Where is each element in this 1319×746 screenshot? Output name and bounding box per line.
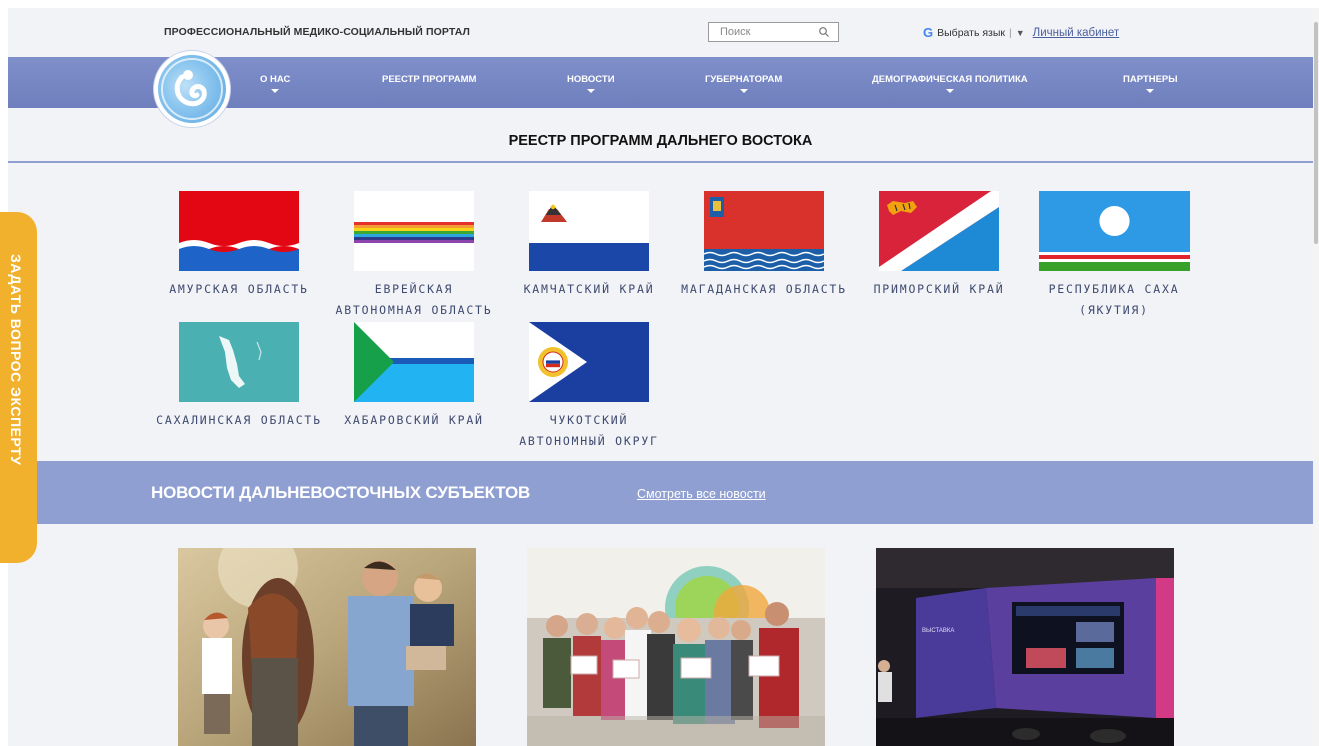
region-name[interactable]: ЧУКОТСКИЙ АВТОНОМНЫЙ ОКРУГ: [504, 410, 674, 458]
region-name[interactable]: МАГАДАНСКАЯ ОБЛАСТЬ: [679, 279, 849, 300]
language-dropdown-icon[interactable]: ▼: [1016, 28, 1025, 38]
caret-down-icon: [739, 89, 748, 93]
portal-title: ПРОФЕССИОНАЛЬНЫЙ МЕДИКО-СОЦИАЛЬНЫЙ ПОРТА…: [164, 26, 470, 38]
nav-partners[interactable]: ПАРТНЕРЫ: [1123, 74, 1178, 93]
all-news-link[interactable]: Смотреть все новости: [637, 487, 766, 501]
family-photo-image: [178, 548, 476, 746]
nav-governors[interactable]: ГУБЕРНАТОРАМ: [705, 74, 782, 93]
caret-down-icon: [1146, 89, 1155, 93]
nav-about[interactable]: О НАС: [260, 74, 290, 93]
nav-label: ПАРТНЕРЫ: [1123, 74, 1178, 85]
region-name[interactable]: АМУРСКАЯ ОБЛАСТЬ: [154, 279, 324, 300]
magadan-flag-icon[interactable]: [704, 191, 824, 271]
region-name[interactable]: ЕВРЕЙСКАЯ АВТОНОМНАЯ ОБЛАСТЬ: [329, 279, 499, 321]
personal-cabinet-link[interactable]: Личный кабинет: [1033, 27, 1120, 39]
group-photo-image: [527, 548, 825, 746]
sakhalin-flag-icon[interactable]: [179, 322, 299, 402]
khabarovsk-flag-icon[interactable]: [354, 322, 474, 402]
nav-demography[interactable]: ДЕМОГРАФИЧЕСКАЯ ПОЛИТИКА: [872, 74, 1028, 93]
google-icon: G: [923, 25, 934, 40]
region-kamchatka[interactable]: КАМЧАТСКИЙ КРАЙ: [504, 191, 674, 300]
search-input[interactable]: [709, 23, 814, 41]
nav-label: ДЕМОГРАФИЧЕСКАЯ ПОЛИТИКА: [872, 74, 1028, 85]
language-selector[interactable]: G Выбрать язык | ▼ Личный кабинет: [923, 25, 1119, 40]
news-banner: НОВОСТИ ДАЛЬНЕВОСТОЧНЫХ СУБЪЕКТОВ Смотре…: [8, 461, 1313, 524]
region-name[interactable]: РЕСПУБЛИКА САХА (ЯКУТИЯ): [1029, 279, 1199, 321]
scrollbar[interactable]: [1313, 8, 1319, 746]
region-primorsky[interactable]: ПРИМОРСКИЙ КРАЙ: [854, 191, 1024, 300]
search-box[interactable]: [708, 22, 839, 42]
caret-down-icon: [945, 89, 954, 93]
ask-expert-label[interactable]: ЗАДАТЬ ВОПРОС ЭКСПЕРТУ: [8, 254, 24, 465]
primorsky-flag-icon[interactable]: [879, 191, 999, 271]
news-photo-family[interactable]: [178, 548, 476, 746]
site-logo[interactable]: [153, 50, 231, 128]
nav-label: НОВОСТИ: [567, 74, 615, 85]
region-sakha[interactable]: РЕСПУБЛИКА САХА (ЯКУТИЯ): [1029, 191, 1199, 321]
top-bar: ПРОФЕССИОНАЛЬНЫЙ МЕДИКО-СОЦИАЛЬНЫЙ ПОРТА…: [8, 8, 1313, 57]
region-name[interactable]: КАМЧАТСКИЙ КРАЙ: [504, 279, 674, 300]
nav-registry[interactable]: РЕЕСТР ПРОГРАММ: [382, 74, 476, 85]
language-separator: |: [1008, 26, 1012, 39]
region-name[interactable]: ПРИМОРСКИЙ КРАЙ: [854, 279, 1024, 300]
nav-news[interactable]: НОВОСТИ: [567, 74, 615, 93]
page-title: РЕЕСТР ПРОГРАММ ДАЛЬНЕГО ВОСТОКА: [508, 133, 813, 149]
exhibition-photo-image: ВЫСТАВКА: [876, 548, 1174, 746]
region-khabarovsk[interactable]: ХАБАРОВСКИЙ КРАЙ: [329, 322, 499, 431]
region-chukotka[interactable]: ЧУКОТСКИЙ АВТОНОМНЫЙ ОКРУГ: [504, 322, 674, 458]
region-name[interactable]: САХАЛИНСКАЯ ОБЛАСТЬ: [154, 410, 324, 431]
logo-graphic: [161, 58, 223, 120]
region-sakhalin[interactable]: САХАЛИНСКАЯ ОБЛАСТЬ: [154, 322, 324, 431]
nav-label: РЕЕСТР ПРОГРАММ: [382, 74, 477, 85]
jewish-ao-flag-icon[interactable]: [354, 191, 474, 271]
caret-down-icon: [586, 89, 595, 93]
region-name[interactable]: ХАБАРОВСКИЙ КРАЙ: [329, 410, 499, 431]
sakha-flag-icon[interactable]: [1038, 191, 1190, 271]
news-section-title: НОВОСТИ ДАЛЬНЕВОСТОЧНЫХ СУБЪЕКТОВ: [151, 483, 531, 502]
scrollbar-thumb[interactable]: [1314, 22, 1318, 244]
region-jewish[interactable]: ЕВРЕЙСКАЯ АВТОНОМНАЯ ОБЛАСТЬ: [329, 191, 499, 321]
page: ПРОФЕССИОНАЛЬНЫЙ МЕДИКО-СОЦИАЛЬНЫЙ ПОРТА…: [8, 8, 1313, 746]
region-amur[interactable]: АМУРСКАЯ ОБЛАСТЬ: [154, 191, 324, 300]
heading-divider: [8, 161, 1313, 163]
chukotka-flag-icon[interactable]: [529, 322, 649, 402]
ask-expert-tab[interactable]: ЗАДАТЬ ВОПРОС ЭКСПЕРТУ: [0, 212, 37, 563]
caret-down-icon: [271, 89, 280, 93]
kamchatka-flag-icon[interactable]: [529, 191, 649, 271]
search-icon[interactable]: [818, 26, 830, 38]
news-photo-group[interactable]: [527, 548, 825, 746]
nav-label: ГУБЕРНАТОРАМ: [705, 74, 783, 85]
news-photo-exhibition[interactable]: ВЫСТАВКА: [876, 548, 1174, 746]
logo-emblem: [158, 55, 226, 123]
region-magadan[interactable]: МАГАДАНСКАЯ ОБЛАСТЬ: [679, 191, 849, 300]
amur-flag-icon[interactable]: [179, 191, 299, 271]
language-label[interactable]: Выбрать язык: [937, 27, 1005, 39]
nav-label: О НАС: [260, 74, 291, 85]
exhibition-sign: ВЫСТАВКА: [922, 628, 954, 634]
